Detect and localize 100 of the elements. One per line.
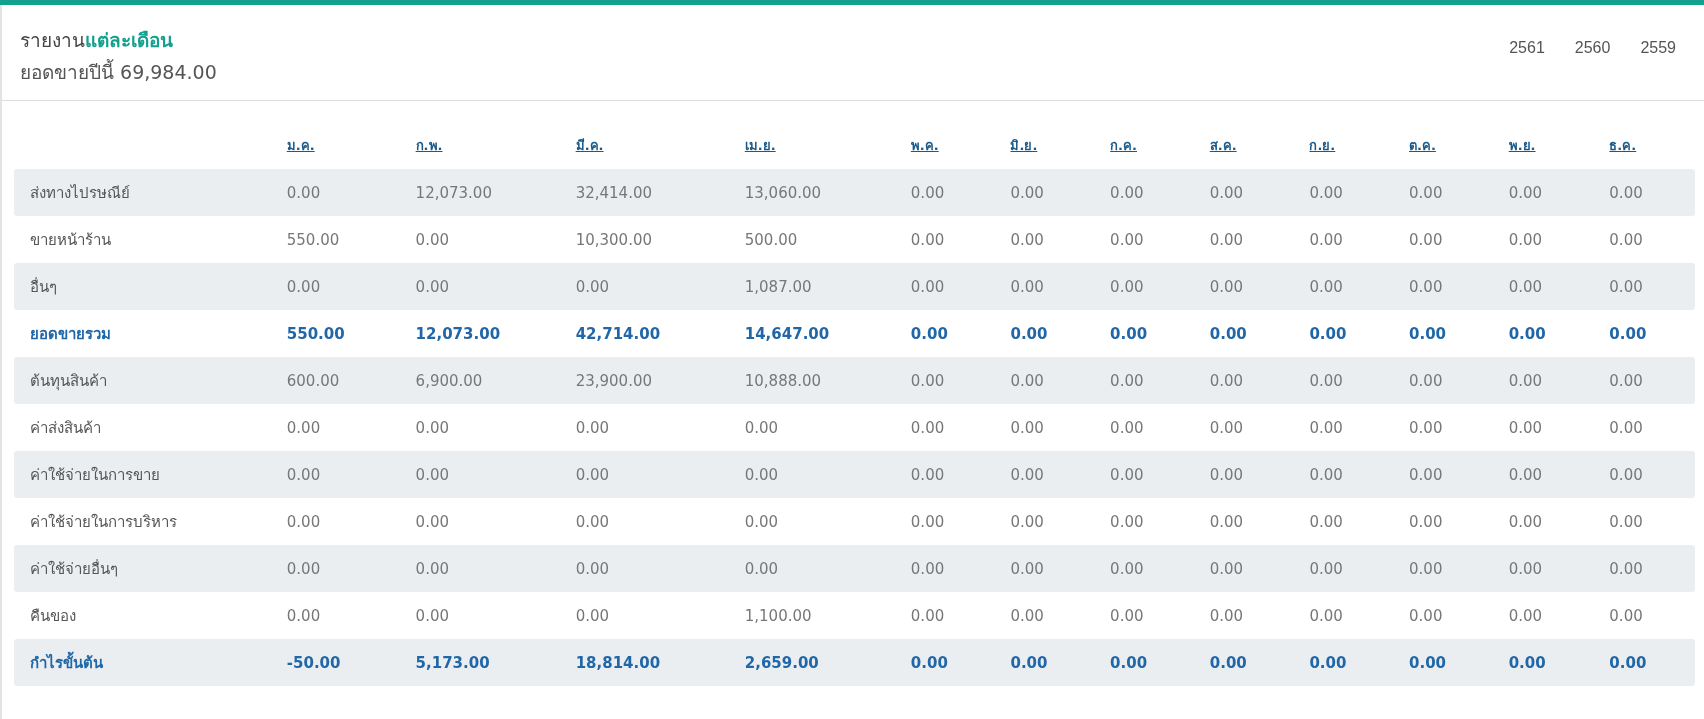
table-cell: 0.00 — [910, 606, 945, 625]
month-link[interactable]: มิ.ย. — [1010, 138, 1038, 153]
table-cell: 0.00 — [1409, 559, 1443, 578]
table-cell: 0.00 — [415, 559, 449, 578]
table-cell: 5,173.00 — [415, 653, 490, 672]
table-cell: 1,087.00 — [744, 277, 812, 296]
table-cell: 0.00 — [1110, 559, 1144, 578]
table-cell: 0.00 — [286, 512, 321, 531]
table-cell: 0.00 — [1609, 465, 1643, 484]
table-cell: 0.00 — [744, 418, 779, 437]
table-cell: 0.00 — [1110, 512, 1144, 531]
table-cell: 10,888.00 — [744, 371, 822, 390]
month-link[interactable]: ส.ค. — [1209, 138, 1237, 153]
table-cell: 0.00 — [1609, 653, 1647, 672]
table-cell: 0.00 — [1010, 371, 1044, 390]
table-cell: 0.00 — [415, 277, 449, 296]
month-link[interactable]: ม.ค. — [286, 138, 315, 153]
table-cell: 0.00 — [1409, 512, 1443, 531]
table-cell: 0.00 — [1209, 512, 1244, 531]
year-link[interactable]: 2559 — [1640, 39, 1676, 59]
table-cell: 0.00 — [1209, 465, 1244, 484]
table-cell: 0.00 — [415, 418, 449, 437]
table-cell: 0.00 — [1309, 512, 1343, 531]
row-label: อื่นๆ — [30, 277, 57, 296]
table-cell: 0.00 — [575, 277, 610, 296]
table-cell: 13,060.00 — [744, 183, 822, 202]
table-cell: 0.00 — [1209, 653, 1247, 672]
table-cell: 10,300.00 — [575, 230, 652, 249]
table-cell: 500.00 — [744, 230, 798, 249]
table-cell: 0.00 — [1609, 183, 1643, 202]
table-cell: 0.00 — [1010, 418, 1044, 437]
month-link[interactable]: ก.พ. — [415, 138, 443, 153]
table-cell: 0.00 — [286, 183, 321, 202]
month-link[interactable]: พ.ค. — [910, 138, 939, 153]
table-cell: 0.00 — [575, 512, 610, 531]
table-cell: 23,900.00 — [575, 371, 652, 390]
table-cell: 0.00 — [1309, 606, 1343, 625]
table-cell: 0.00 — [1209, 371, 1244, 390]
table-cell: 0.00 — [910, 277, 945, 296]
table-cell: 0.00 — [910, 418, 945, 437]
table-cell: 0.00 — [1309, 465, 1343, 484]
table-cell: 0.00 — [1508, 277, 1543, 296]
month-link[interactable]: ก.ย. — [1309, 138, 1336, 153]
table-cell: 0.00 — [1508, 653, 1546, 672]
table-cell: 0.00 — [1609, 277, 1643, 296]
month-link[interactable]: เม.ย. — [744, 138, 776, 153]
month-link[interactable]: มี.ค. — [575, 138, 604, 153]
table-cell: 0.00 — [286, 277, 321, 296]
month-link[interactable]: ธ.ค. — [1609, 138, 1637, 153]
table-cell: 0.00 — [744, 512, 779, 531]
table-cell: 0.00 — [1010, 230, 1044, 249]
table-cell: 0.00 — [1110, 418, 1144, 437]
table-cell: 32,414.00 — [575, 183, 652, 202]
table-cell: 18,814.00 — [575, 653, 661, 672]
table-cell: 0.00 — [1309, 371, 1343, 390]
table-cell: 12,073.00 — [415, 183, 492, 202]
table-cell: 0.00 — [910, 512, 945, 531]
table-cell: 0.00 — [744, 559, 779, 578]
month-link[interactable]: ก.ค. — [1110, 138, 1137, 153]
month-link[interactable]: ต.ค. — [1409, 138, 1436, 153]
table-cell: 0.00 — [744, 465, 779, 484]
table-cell: 0.00 — [1409, 277, 1443, 296]
table-cell: 0.00 — [1010, 653, 1048, 672]
table-cell: 0.00 — [910, 559, 945, 578]
row-label: กำไรขั้นต้น — [30, 653, 103, 672]
table-cell: 0.00 — [1209, 559, 1244, 578]
table-cell: 0.00 — [1209, 606, 1244, 625]
table-cell: 0.00 — [575, 559, 610, 578]
table-cell: 0.00 — [910, 465, 945, 484]
year-link[interactable]: 2561 — [1509, 39, 1545, 59]
row-label: ยอดขายรวม — [30, 324, 111, 343]
table-cell: 600.00 — [286, 371, 340, 390]
table-cell: 0.00 — [1609, 230, 1643, 249]
table-cell: 0.00 — [1110, 277, 1144, 296]
table-cell: 0.00 — [1508, 465, 1543, 484]
table-cell: 0.00 — [1609, 606, 1643, 625]
table-cell: 0.00 — [1309, 277, 1343, 296]
table-cell: 0.00 — [1409, 324, 1447, 343]
table-cell: 0.00 — [1110, 183, 1144, 202]
table-cell: 0.00 — [1209, 277, 1244, 296]
table-cell: 0.00 — [1609, 371, 1643, 390]
table-cell: -50.00 — [286, 653, 341, 672]
table-cell: 0.00 — [1209, 418, 1244, 437]
table-cell: 0.00 — [1010, 465, 1044, 484]
year-link[interactable]: 2560 — [1574, 39, 1611, 59]
table-cell: 0.00 — [1508, 324, 1546, 343]
table-cell: 0.00 — [1110, 230, 1144, 249]
table-cell: 0.00 — [1609, 512, 1643, 531]
table-cell: 0.00 — [1508, 512, 1543, 531]
table-cell: 0.00 — [1110, 324, 1148, 343]
row-label: ค่าใช้จ่ายอื่นๆ — [30, 559, 118, 578]
table-cell: 42,714.00 — [575, 324, 661, 343]
month-link[interactable]: พ.ย. — [1508, 138, 1536, 153]
row-label: ต้นทุนสินค้า — [30, 371, 107, 390]
table-cell: 550.00 — [286, 324, 345, 343]
table-cell: 12,073.00 — [415, 324, 501, 343]
table-cell: 0.00 — [1010, 277, 1044, 296]
table-cell: 0.00 — [415, 512, 449, 531]
table-cell: 0.00 — [286, 559, 321, 578]
table-cell: 0.00 — [1508, 371, 1543, 390]
